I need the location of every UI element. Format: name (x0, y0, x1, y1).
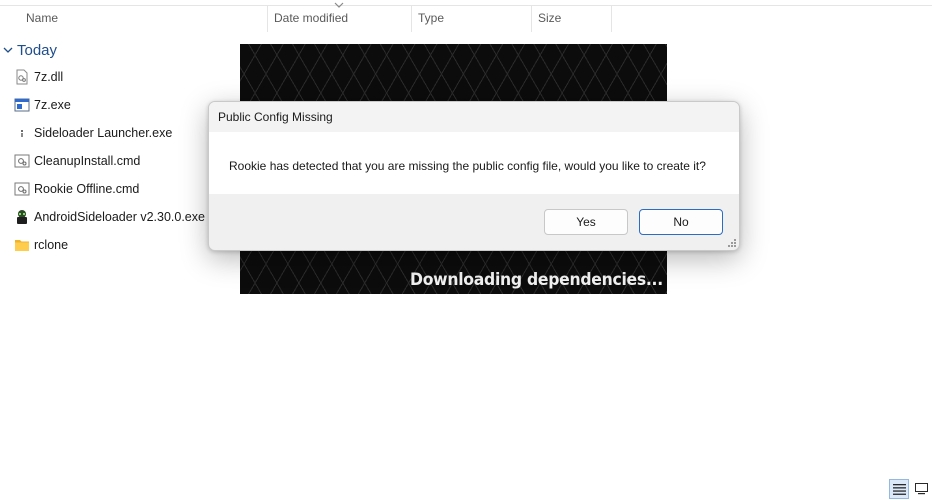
dll-file-icon (16, 69, 28, 85)
group-header-today[interactable]: Today (2, 40, 57, 60)
file-name: Rookie Offline.cmd (34, 182, 140, 196)
android-robot-icon (17, 210, 27, 224)
column-separator[interactable] (411, 6, 412, 32)
file-row-7z-dll[interactable]: 7z.dll (14, 65, 63, 89)
group-label: Today (17, 41, 58, 59)
chevron-down-icon[interactable] (2, 44, 14, 56)
file-name: 7z.exe (34, 98, 71, 112)
details-view-icon (892, 483, 906, 495)
yes-button[interactable]: Yes (544, 209, 628, 235)
resize-grip-icon[interactable] (728, 239, 737, 248)
column-separator[interactable] (611, 6, 612, 32)
cmd-file-icon (14, 182, 30, 196)
app-icon (21, 130, 23, 137)
file-row-cleanupinstall[interactable]: CleanupInstall.cmd (14, 149, 140, 173)
file-row-rookie-offline[interactable]: Rookie Offline.cmd (14, 177, 139, 201)
dialog-content: Rookie has detected that you are missing… (209, 132, 739, 194)
dialog-message: Rookie has detected that you are missing… (229, 159, 706, 173)
file-name: rclone (34, 238, 69, 252)
column-type[interactable]: Type (418, 6, 444, 32)
splash-status-text: Downloading dependencies... (410, 270, 663, 290)
column-size[interactable]: Size (538, 6, 561, 32)
file-row-7z-exe[interactable]: 7z.exe (14, 93, 71, 117)
header-divider (0, 5, 932, 6)
dialog-titlebar[interactable]: Public Config Missing (209, 102, 739, 132)
no-button[interactable]: No (639, 209, 723, 235)
column-header-bar: Name Date modified Type Size (0, 2, 932, 32)
file-name: AndroidSideloader v2.30.0.exe (34, 210, 205, 224)
column-date-modified[interactable]: Date modified (274, 6, 348, 32)
large-icons-view-icon (914, 483, 928, 495)
exe-window-icon (14, 98, 30, 112)
details-view-button[interactable] (889, 479, 909, 499)
column-separator[interactable] (531, 6, 532, 32)
file-row-androidsideloader[interactable]: AndroidSideloader v2.30.0.exe (14, 205, 205, 229)
column-name[interactable]: Name (26, 6, 58, 32)
file-row-rclone[interactable]: rclone (14, 233, 68, 257)
cmd-file-icon (14, 154, 30, 168)
column-separator[interactable] (267, 6, 268, 32)
file-row-sideloader-launcher[interactable]: Sideloader Launcher.exe (14, 121, 172, 145)
file-name: CleanupInstall.cmd (34, 154, 141, 168)
folder-icon (15, 240, 29, 251)
file-name: Sideloader Launcher.exe (34, 126, 173, 140)
large-icons-view-button[interactable] (911, 479, 931, 499)
file-name: 7z.dll (34, 70, 64, 84)
dialog-title: Public Config Missing (218, 110, 333, 124)
public-config-dialog: Public Config Missing Rookie has detecte… (208, 101, 740, 251)
